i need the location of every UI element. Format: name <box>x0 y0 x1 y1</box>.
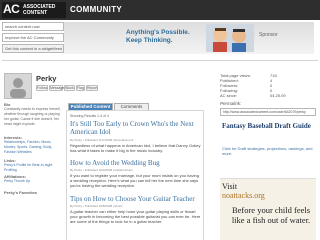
visit-line-2: noattacks.org <box>222 191 265 200</box>
article-summary: Regardless of what happens in American I… <box>70 143 201 153</box>
banner-line-1: Anything's Possible. <box>126 29 190 36</box>
logo-mark: AC <box>3 2 20 16</box>
fantasy-ad-title: Fantasy Baseball Draft Guide <box>222 122 311 130</box>
bio-text: Constantly needs to express herself, whe… <box>4 107 61 126</box>
article-meta: By Perky • Published 3/08/2008 | Music <box>70 204 123 208</box>
message-button[interactable]: Message <box>49 85 65 91</box>
article-title-link[interactable]: How to Avoid the Wedding Bug <box>70 159 203 167</box>
follow-button[interactable]: Follow <box>36 85 48 91</box>
logo-line-2: CONTENT <box>23 10 48 16</box>
article-title-link[interactable]: Tips on How to Choose Your Guitar Teache… <box>70 195 203 203</box>
avatar <box>4 73 32 99</box>
links-list[interactable]: Perky's Profile for Bear-in-night Profil… <box>4 163 64 173</box>
community-label: COMMUNITY <box>70 5 123 14</box>
tab-comments-label: Comments <box>120 104 143 109</box>
search-input[interactable]: search content now <box>2 22 64 31</box>
permalink-field[interactable]: http://www.associatedcontent.com/user/64… <box>220 108 316 116</box>
stat-label: AC since: <box>220 93 238 98</box>
article-meta: By Perky • Published 3/20/2008 | Relatio… <box>70 168 133 172</box>
visit-line-3: Before your child feels like a fish out … <box>231 205 311 225</box>
banner-line-2: Keep Thinking. <box>126 37 173 44</box>
profile-name: Perky <box>36 74 57 83</box>
favorites-heading: Perky's Favorites <box>4 190 37 195</box>
divider <box>2 60 318 61</box>
top-header: AC ASSOCIATED CONTENT COMMUNITY <box>0 0 320 20</box>
interests-list[interactable]: Relationships, Fashion, Music, Movies, S… <box>4 140 64 155</box>
stat-value: 04.25.09 <box>270 93 286 98</box>
search-placeholder: search content now <box>5 24 40 29</box>
follow-label: Follow <box>37 86 48 90</box>
article-title-link[interactable]: It's Still Too Early to Crown Who's the … <box>70 120 203 136</box>
widget-feed-label: Get this content in a widget/feed <box>5 46 63 51</box>
visit-line-1: Visit <box>222 182 238 191</box>
improve-community-label: Improve the AC Community <box>5 35 54 40</box>
results-count: Showing Results 1-4 of 4 <box>70 114 109 118</box>
flag-label: Flag <box>77 86 84 90</box>
associated-content-logo[interactable]: AC ASSOCIATED CONTENT <box>2 2 66 18</box>
permalink-url: http://www.associatedcontent.com/user/64… <box>223 110 306 114</box>
message-label: Message <box>50 86 65 90</box>
report-label: Report <box>87 86 98 90</box>
block-label: Block <box>65 86 74 90</box>
fantasy-baseball-ad[interactable]: Fantasy Baseball Draft Guide Click for D… <box>220 120 316 176</box>
fantasy-ad-body: Click for Draft strategies, projections,… <box>222 146 313 156</box>
article-meta: By Perky • Published 3/17/2008 | Enterta… <box>70 138 134 142</box>
tab-published-label: Published Content <box>70 104 111 109</box>
published-content-panel: Showing Results 1-4 of 4 It's Still Too … <box>66 110 204 240</box>
article-summary: A guitar teacher can either help hone yo… <box>70 209 201 224</box>
flag-button[interactable]: Flag <box>76 85 85 91</box>
noattacks-ad[interactable]: Visit noattacks.org Before your child fe… <box>220 178 316 240</box>
banner-sponsor: Sponsor <box>259 32 278 38</box>
banner-cartoon-image <box>206 24 254 52</box>
report-button[interactable]: Report <box>86 85 98 91</box>
permalink-label: Permalink: <box>220 101 242 106</box>
block-button[interactable]: Block <box>64 85 75 91</box>
avatar-image <box>5 74 31 98</box>
banner-ad[interactable]: Anything's Possible. Keep Thinking. Spon… <box>64 22 314 54</box>
affiliations-list[interactable]: Perky Thumb Up <box>4 179 64 184</box>
improve-community-link[interactable]: Improve the AC Community <box>2 33 64 42</box>
widget-feed-link[interactable]: Get this content in a widget/feed <box>2 44 64 53</box>
article-summary: If you want to register your marriage, b… <box>70 173 199 188</box>
